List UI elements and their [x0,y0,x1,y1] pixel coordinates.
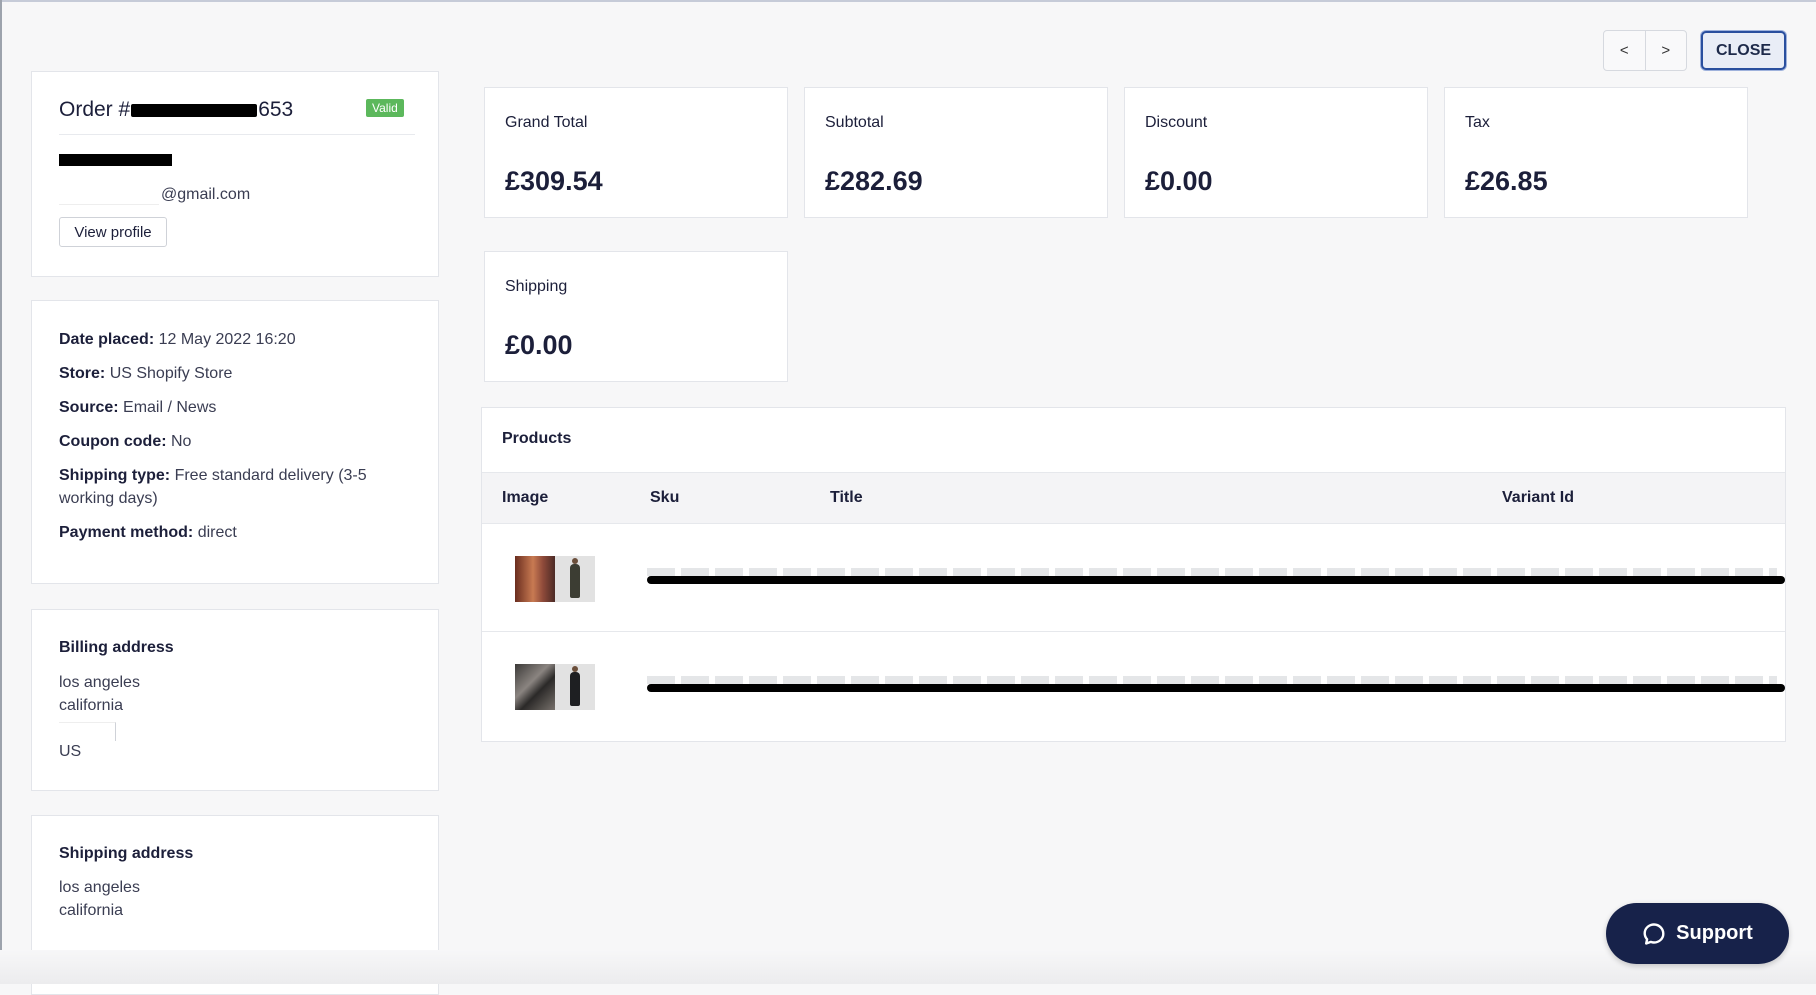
detail-store: Store: US Shopify Store [59,365,233,382]
product-image-model [555,664,595,710]
detail-source: Source: Email / News [59,399,217,416]
shipping-address-title: Shipping address [59,845,194,862]
customer-email: @gmail.com [59,184,250,205]
products-table-header: Image Sku Title Variant Id [482,472,1785,524]
table-row[interactable] [482,524,1785,632]
product-thumbnail[interactable] [515,664,595,710]
previous-button[interactable]: < [1604,31,1645,70]
redacted-email-local [59,184,159,205]
detail-shipping-type: Shipping type: Free standard delivery (3… [59,467,367,507]
column-title[interactable]: Title [830,489,863,507]
viewport-bottom-fade [0,950,1816,984]
shipping-city: los angeles [59,879,140,896]
column-variant-id[interactable]: Variant Id [1502,489,1574,507]
stat-value: £0.00 [505,330,573,360]
window-top-border [0,0,1816,2]
order-number: Order #653 [59,98,294,121]
stat-label: Discount [1145,114,1208,131]
stat-label: Grand Total [505,114,588,131]
chat-bubble-icon [1643,922,1665,945]
billing-address-title: Billing address [59,639,174,656]
stat-discount: Discount £0.00 [1124,87,1428,218]
stat-value: £0.00 [1145,166,1213,196]
product-image-front [515,664,555,710]
stat-grand-total: Grand Total £309.54 [484,87,788,218]
stat-label: Shipping [505,278,568,295]
detail-coupon-code: Coupon code: No [59,433,192,450]
products-title: Products [502,430,572,447]
status-badge: Valid [366,99,404,117]
redaction-bar [647,576,1785,584]
product-image-front [515,556,555,602]
billing-country: US [59,743,82,760]
stat-value: £309.54 [505,166,603,196]
detail-payment-method: Payment method: direct [59,524,237,541]
stat-subtotal: Subtotal £282.69 [804,87,1108,218]
billing-city: los angeles [59,674,140,691]
redacted-row-text [647,676,1777,684]
order-divider [59,134,415,135]
order-summary-card: Order #653 Valid @gmail.com View profile [31,71,439,277]
support-button[interactable]: Support [1606,903,1789,964]
close-button[interactable]: CLOSE [1701,31,1786,70]
column-image[interactable]: Image [502,489,548,507]
order-details-card: Date placed: 12 May 2022 16:20 Store: US… [31,300,439,584]
support-label: Support [1676,922,1753,944]
shipping-state: california [59,902,124,919]
product-thumbnail[interactable] [515,556,595,602]
redacted-row-text [647,568,1777,576]
products-card: Products Image Sku Title Variant Id [481,407,1786,742]
stat-tax: Tax £26.85 [1444,87,1748,218]
stat-label: Subtotal [825,114,884,131]
redacted-billing-line [59,722,116,741]
redacted-order-id [131,103,258,117]
billing-state: california [59,697,124,714]
view-profile-button[interactable]: View profile [59,217,167,247]
window-left-border [0,0,2,984]
stat-value: £26.85 [1465,166,1548,196]
redaction-bar [647,684,1785,692]
stat-value: £282.69 [825,166,923,196]
redacted-customer-name [59,154,172,166]
detail-date-placed: Date placed: 12 May 2022 16:20 [59,331,296,348]
record-navigation: < > [1603,30,1687,71]
column-sku[interactable]: Sku [650,489,679,507]
table-row[interactable] [482,632,1785,740]
stat-shipping: Shipping £0.00 [484,251,788,382]
billing-address-card: Billing address los angeles california U… [31,609,439,791]
stat-label: Tax [1465,114,1490,131]
product-image-model [555,556,595,602]
next-button[interactable]: > [1644,31,1687,70]
